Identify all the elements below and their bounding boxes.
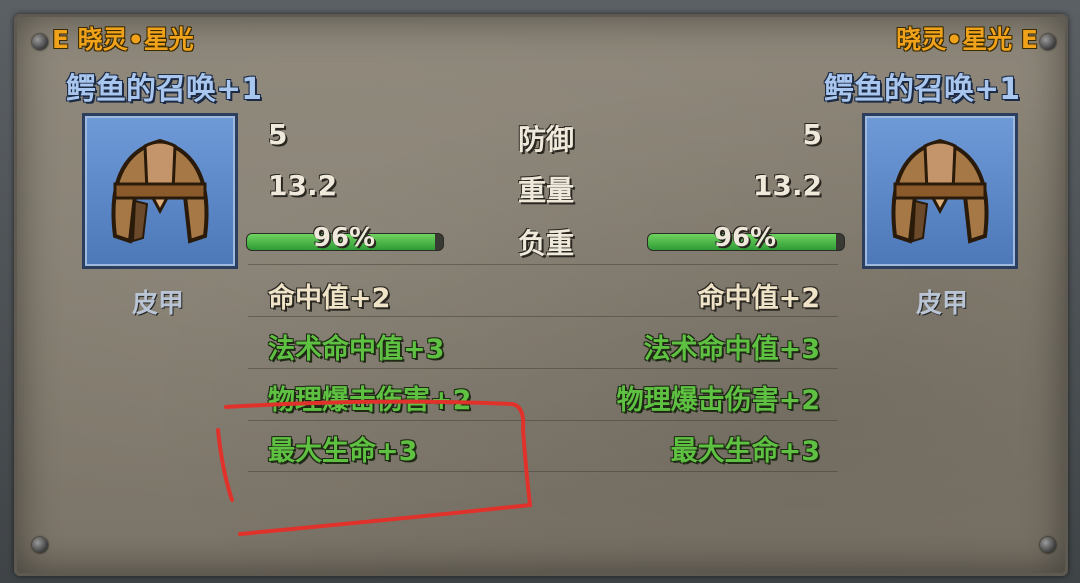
red-annotation-mark	[216, 399, 533, 536]
window-frame: E 晓灵•星光 鳄鱼的召唤+1 晓灵•星光 E 鳄鱼的召唤+1 皮甲 皮甲 5 …	[0, 0, 1080, 583]
